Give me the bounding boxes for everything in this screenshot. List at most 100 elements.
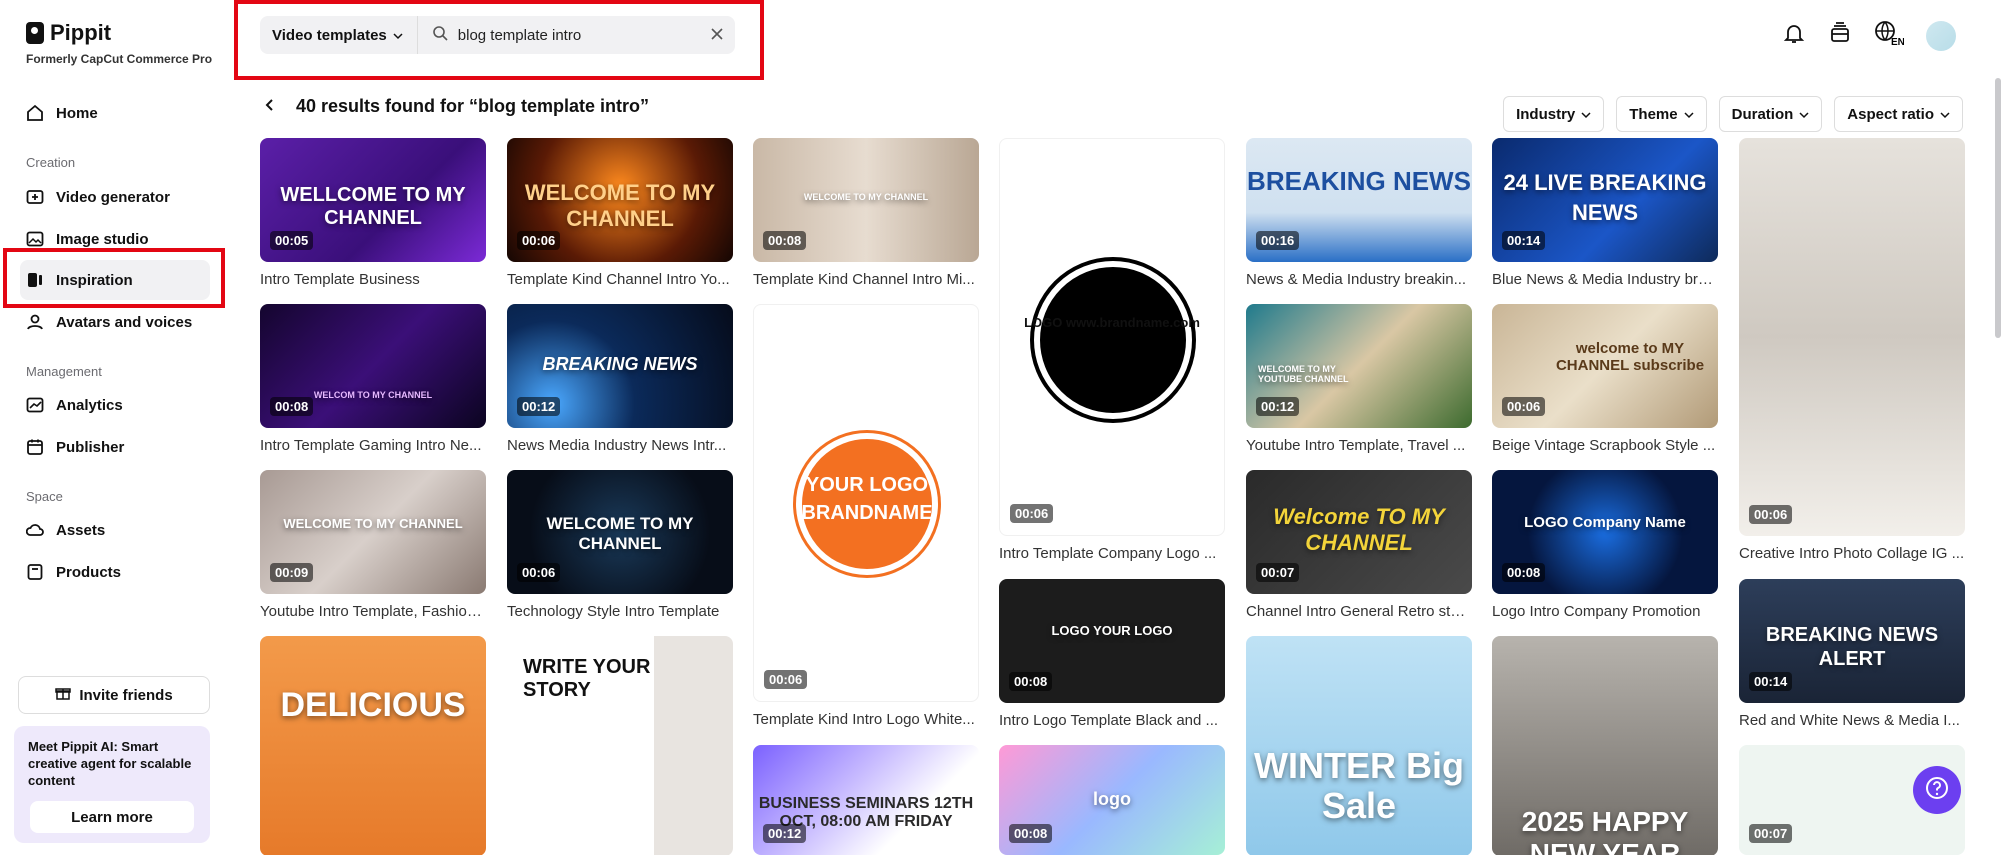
template-thumbnail[interactable]: BREAKING NEWS ALERT 00:14 [1739, 579, 1965, 703]
promo-text: Meet Pippit AI: Smart creative agent for… [28, 739, 192, 788]
template-card[interactable]: LOGO YOUR LOGO 00:08 Intro Logo Template… [999, 579, 1225, 729]
template-card[interactable]: WELCOME TO MY CHANNEL 00:06 Template Kin… [507, 138, 733, 288]
template-thumbnail[interactable]: WELCOM TO MY CHANNEL 00:08 [260, 304, 486, 428]
page-scrollbar[interactable] [1995, 78, 2001, 338]
template-card[interactable]: 2025 HAPPY NEW YEAR [1492, 636, 1718, 855]
template-card[interactable]: Welcome TO MY CHANNEL 00:07 Channel Intr… [1246, 470, 1472, 620]
learn-more-button[interactable]: Learn more [30, 801, 194, 833]
template-thumbnail[interactable]: BREAKING NEWS 00:16 [1246, 138, 1472, 262]
language-globe-icon[interactable]: EN [1874, 20, 1905, 51]
close-icon [710, 25, 724, 46]
sidebar-item-products[interactable]: Products [20, 552, 210, 592]
clear-search-button[interactable] [699, 25, 735, 46]
template-thumbnail[interactable]: logo 00:08 [999, 745, 1225, 855]
template-card[interactable]: LOGO Company Name 00:08 Logo Intro Compa… [1492, 470, 1718, 620]
template-card[interactable]: LOGO www.brandname.com 00:06 Intro Templ… [999, 138, 1225, 562]
template-card[interactable]: welcome to MY CHANNEL subscribe 00:06 Be… [1492, 304, 1718, 454]
user-avatar[interactable] [1926, 20, 1956, 51]
template-thumbnail[interactable]: DELICIOUS [260, 636, 486, 855]
template-card[interactable]: logo 00:08 [999, 745, 1225, 855]
template-card[interactable]: WELLCOME TO MY CHANNEL 00:05 Intro Templ… [260, 138, 486, 288]
template-thumbnail[interactable]: WELCOME TO MY YOUTUBE CHANNEL 00:12 [1246, 304, 1472, 428]
template-card[interactable]: YOUR LOGO BRANDNAME 00:06 Template Kind … [753, 304, 979, 728]
template-card[interactable]: WELCOME TO MY CHANNEL 00:09 Youtube Intr… [260, 470, 486, 620]
sidebar-item-label: Inspiration [56, 271, 133, 289]
template-thumbnail[interactable]: WELCOME TO MY CHANNEL 00:08 [753, 138, 979, 262]
template-thumbnail[interactable]: WRITE YOUR STORY [507, 636, 733, 855]
template-title: Red and White News & Media I... [1739, 712, 1960, 729]
template-card[interactable]: BREAKING NEWS ALERT 00:14 Red and White … [1739, 579, 1965, 729]
back-chevron-icon[interactable] [264, 96, 274, 117]
template-card[interactable]: WELCOME TO MY CHANNEL 00:06 Technology S… [507, 470, 733, 620]
filter-label: Theme [1629, 105, 1678, 123]
template-thumbnail[interactable]: 24 LIVE BREAKING NEWS 00:14 [1492, 138, 1718, 262]
template-card[interactable]: 00:06 Creative Intro Photo Collage IG ..… [1739, 138, 1965, 562]
template-thumbnail[interactable]: BREAKING NEWS 00:12 [507, 304, 733, 428]
search-input[interactable]: blog template intro [418, 25, 699, 45]
template-thumbnail[interactable]: LOGO www.brandname.com 00:06 [999, 138, 1225, 536]
template-card[interactable]: 24 LIVE BREAKING NEWS 00:14 Blue News & … [1492, 138, 1718, 288]
sidebar-item-inspiration[interactable]: Inspiration [20, 260, 210, 300]
filter-duration[interactable]: Duration [1718, 96, 1823, 132]
invite-friends-button[interactable]: Invite friends [18, 676, 210, 714]
duration-badge: 00:16 [1256, 231, 1300, 250]
template-thumbnail[interactable]: WELCOME TO MY CHANNEL 00:06 [507, 470, 733, 594]
thumbnail-overlay-text: BREAKING NEWS [542, 354, 698, 374]
brand-logo[interactable]: Pippit [26, 20, 111, 46]
thumbnail-overlay-text: WELCOME TO MY YOUTUBE CHANNEL [1258, 364, 1349, 384]
section-label-creation: Creation [26, 155, 76, 170]
search-query: blog template intro [457, 26, 582, 44]
pippit-logo-icon [26, 22, 44, 44]
duration-badge: 00:12 [1256, 397, 1300, 416]
brand-subtitle: Formerly CapCut Commerce Pro [26, 52, 213, 66]
bell-icon[interactable] [1782, 21, 1806, 50]
template-thumbnail[interactable]: LOGO YOUR LOGO 00:08 [999, 579, 1225, 703]
template-thumbnail[interactable]: welcome to MY CHANNEL subscribe 00:06 [1492, 304, 1718, 428]
stack-icon[interactable] [1828, 21, 1852, 50]
sidebar-item-label: Analytics [56, 396, 123, 414]
filter-aspect-ratio[interactable]: Aspect ratio [1834, 96, 1963, 132]
sidebar-item-avatars-and-voices[interactable]: Avatars and voices [20, 302, 210, 342]
template-thumbnail[interactable]: Welcome TO MY CHANNEL 00:07 [1246, 470, 1472, 594]
template-card[interactable]: WINTER Big Sale [1246, 636, 1472, 855]
template-thumbnail[interactable]: BUSINESS SEMINARS 12TH OCT, 08:00 AM FRI… [753, 745, 979, 855]
template-card[interactable]: BREAKING NEWS 00:12 News Media Industry … [507, 304, 733, 454]
template-thumbnail[interactable]: 2025 HAPPY NEW YEAR [1492, 636, 1718, 855]
template-thumbnail[interactable]: LOGO Company Name 00:08 [1492, 470, 1718, 594]
template-thumbnail[interactable]: 00:06 [1739, 138, 1965, 536]
template-card[interactable]: DELICIOUS [260, 636, 486, 855]
help-button[interactable] [1913, 766, 1961, 814]
sidebar-item-publisher[interactable]: Publisher [20, 427, 210, 467]
template-title: Template Kind Channel Intro Yo... [507, 271, 730, 288]
template-card[interactable]: WELCOM TO MY CHANNEL 00:08 Intro Templat… [260, 304, 486, 454]
sidebar-item-assets[interactable]: Assets [20, 510, 210, 550]
template-card[interactable]: BUSINESS SEMINARS 12TH OCT, 08:00 AM FRI… [753, 745, 979, 855]
thumbnail-overlay-text: WINTER Big Sale [1254, 745, 1464, 826]
sidebar-item-analytics[interactable]: Analytics [20, 385, 210, 425]
template-thumbnail[interactable]: WELCOME TO MY CHANNEL 00:09 [260, 470, 486, 594]
search-icon [432, 25, 448, 45]
invite-friends-label: Invite friends [79, 686, 173, 704]
thumbnail-overlay-text: BREAKING NEWS ALERT [1765, 624, 1939, 670]
template-thumbnail[interactable]: YOUR LOGO BRANDNAME 00:06 [753, 304, 979, 702]
sidebar-item-home[interactable]: Home [20, 93, 210, 133]
template-thumbnail[interactable]: WINTER Big Sale [1246, 636, 1472, 855]
duration-badge: 00:08 [1009, 672, 1053, 691]
template-card[interactable]: WELCOME TO MY CHANNEL 00:08 Template Kin… [753, 138, 979, 288]
thumbnail-overlay-text: DELICIOUS [280, 686, 466, 724]
sidebar-item-video-generator[interactable]: Video generator [20, 177, 210, 217]
thumbnail-overlay-text: Welcome TO MY CHANNEL [1273, 504, 1445, 555]
template-title: Intro Template Business [260, 271, 420, 288]
template-card[interactable]: WELCOME TO MY YOUTUBE CHANNEL 00:12 Yout… [1246, 304, 1472, 454]
sidebar-item-image-studio[interactable]: Image studio [20, 219, 210, 259]
template-card[interactable]: BREAKING NEWS 00:16 News & Media Industr… [1246, 138, 1472, 288]
section-label-space: Space [26, 489, 63, 504]
duration-badge: 00:06 [764, 670, 808, 689]
template-card[interactable]: WRITE YOUR STORY [507, 636, 733, 855]
filter-industry[interactable]: Industry [1503, 96, 1605, 132]
search-type-dropdown[interactable]: Video templates [260, 16, 418, 54]
template-thumbnail[interactable]: WELCOME TO MY CHANNEL 00:06 [507, 138, 733, 262]
duration-badge: 00:14 [1749, 672, 1793, 691]
filter-theme[interactable]: Theme [1616, 96, 1707, 132]
template-thumbnail[interactable]: WELLCOME TO MY CHANNEL 00:05 [260, 138, 486, 262]
